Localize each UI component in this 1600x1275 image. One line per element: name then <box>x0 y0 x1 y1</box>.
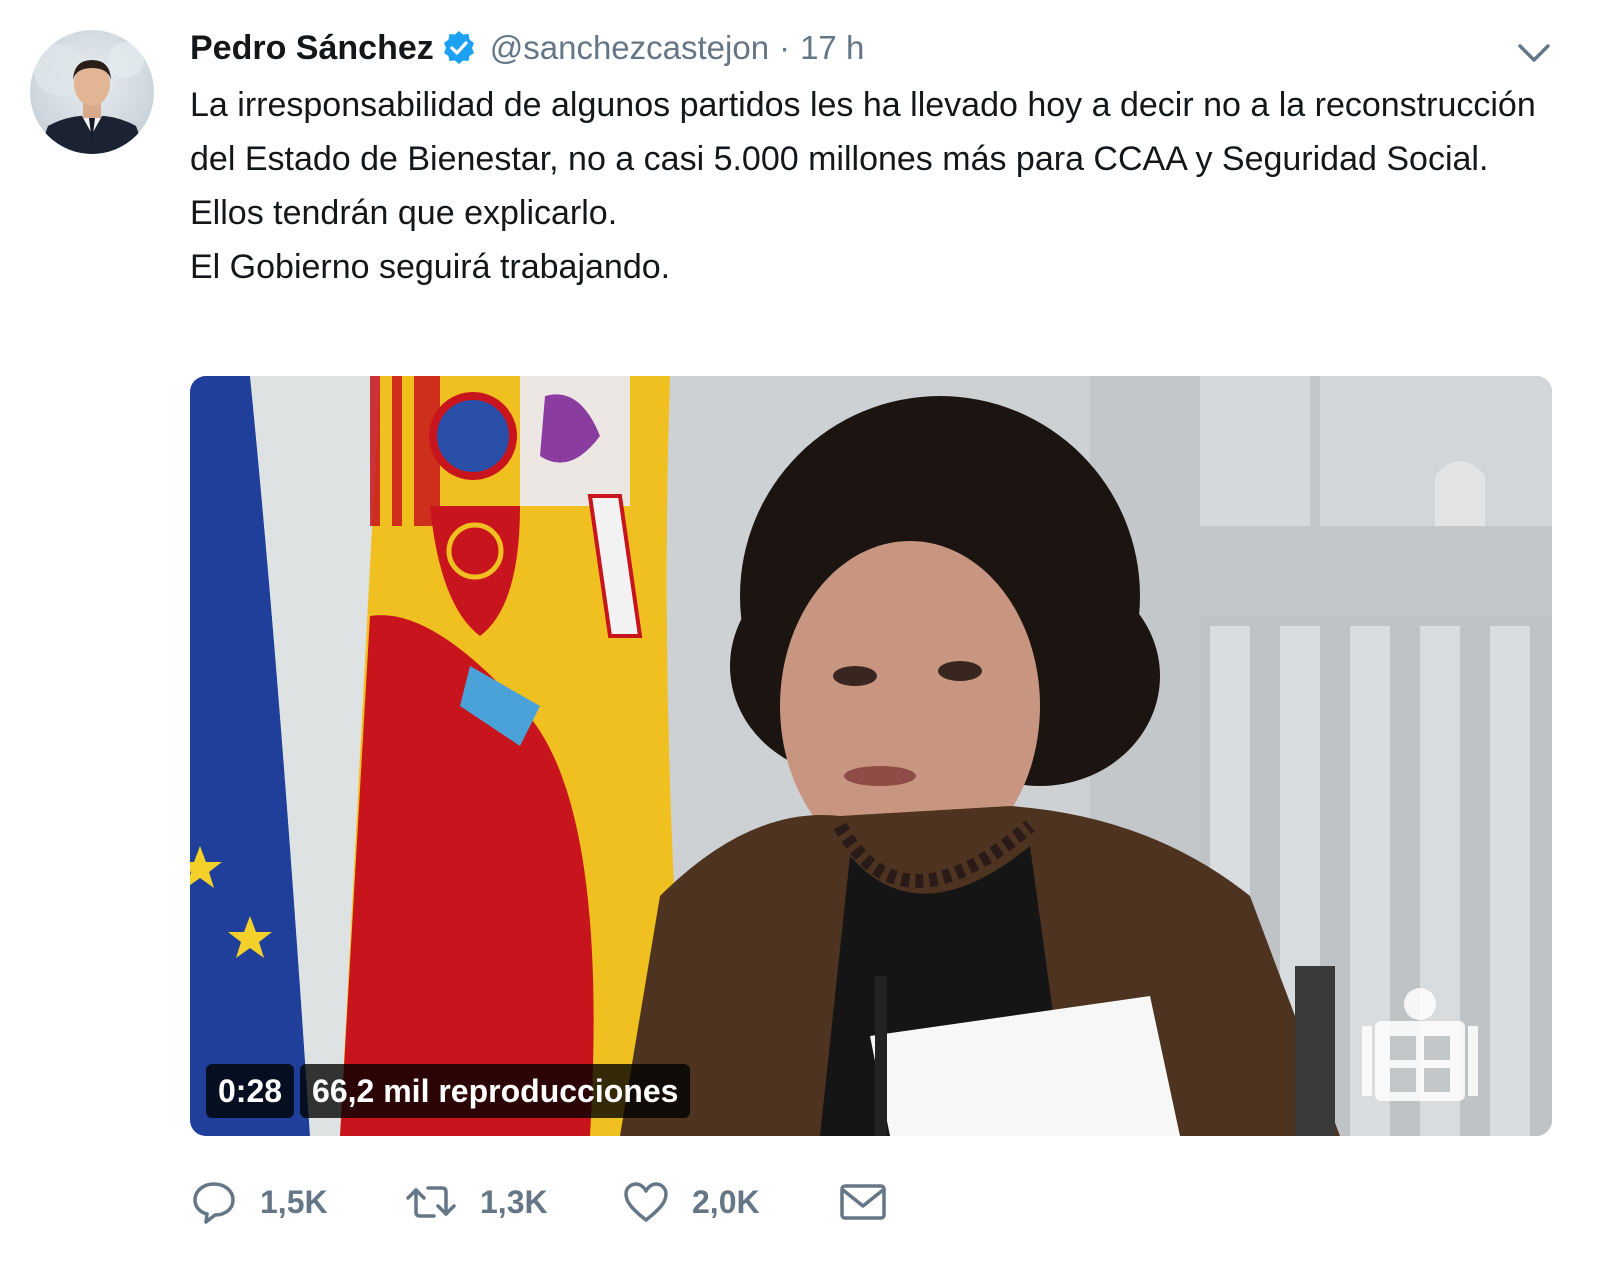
chevron-down-icon[interactable] <box>1514 36 1554 68</box>
video-badges: 0:28 66,2 mil reproducciones <box>206 1064 691 1118</box>
author-handle[interactable]: @sanchezcastejon <box>490 29 769 67</box>
tweet-text-line: Ellos tendrán que explicarlo. <box>190 194 618 232</box>
video-frame <box>190 376 1552 1136</box>
envelope-icon <box>838 1178 888 1226</box>
retweet-button[interactable]: 1,3K <box>404 1172 548 1232</box>
reply-icon <box>190 1178 238 1226</box>
tweet-header: Pedro Sánchez @sanchezcastejon · 17 h <box>190 22 864 74</box>
separator: · <box>779 29 791 66</box>
like-button[interactable]: 2,0K <box>622 1172 760 1232</box>
tweet-card: Pedro Sánchez @sanchezcastejon · 17 h La… <box>0 0 1600 1275</box>
avatar[interactable] <box>30 30 154 154</box>
reply-count: 1,5K <box>260 1183 328 1220</box>
heart-icon <box>622 1178 670 1226</box>
message-button[interactable] <box>838 1172 888 1232</box>
video-player[interactable] <box>190 376 1552 1136</box>
video-views: 66,2 mil reproducciones <box>300 1064 691 1118</box>
tweet-text-line: La irresponsabilidad de algunos partidos… <box>190 86 1536 178</box>
reply-button[interactable]: 1,5K <box>190 1172 328 1232</box>
retweet-count: 1,3K <box>480 1183 548 1220</box>
tweet-text-line: El Gobierno seguirá trabajando. <box>190 248 671 286</box>
timestamp[interactable]: 17 h <box>800 29 864 67</box>
verified-badge-icon <box>442 31 476 65</box>
tweet-actions: 1,5K 1,3K 2,0K <box>190 1172 1590 1232</box>
like-count: 2,0K <box>692 1183 760 1220</box>
video-duration: 0:28 <box>206 1064 295 1118</box>
author-name[interactable]: Pedro Sánchez <box>190 29 434 68</box>
tweet-text: La irresponsabilidad de algunos partidos… <box>190 78 1580 294</box>
retweet-icon <box>404 1178 458 1226</box>
